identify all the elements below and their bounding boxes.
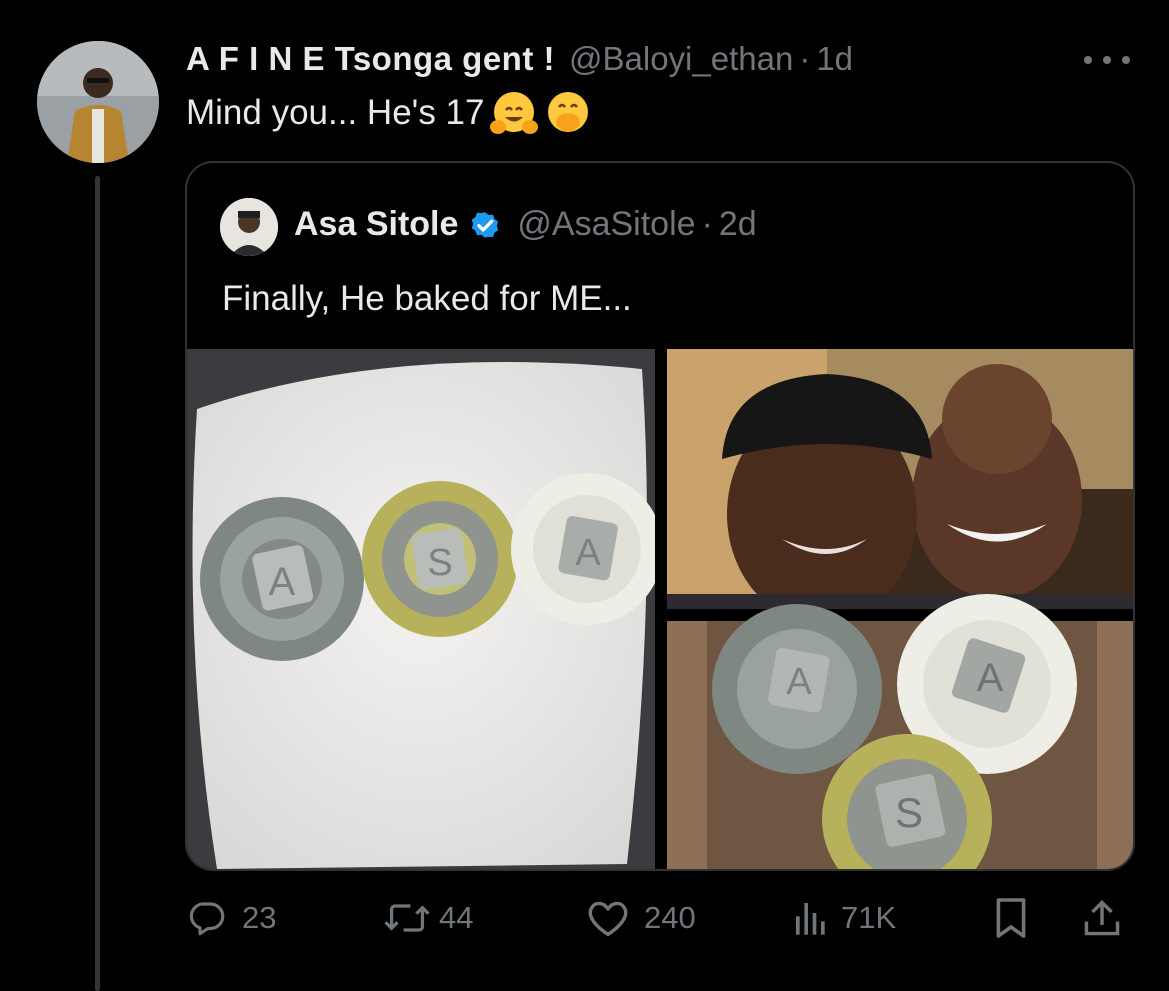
reply-icon — [189, 902, 225, 936]
views-count: 71K — [841, 900, 897, 935]
quoted-media-grid: A S A A A S — [187, 349, 1133, 869]
quoted-author-handle[interactable]: @AsaSitole — [517, 205, 695, 244]
tweet-text-content: Mind you... He's 17 — [186, 93, 485, 132]
share-button[interactable] — [1083, 893, 1121, 943]
quoted-tweet-timestamp[interactable]: 2d — [719, 205, 757, 244]
views-icon — [796, 903, 825, 935]
bookmark-icon — [996, 898, 1026, 938]
reply-count: 23 — [242, 900, 277, 935]
tweet-text: Mind you... He's 17 — [186, 90, 593, 136]
thread-line — [95, 176, 100, 991]
more-icon[interactable] — [1084, 48, 1130, 72]
quoted-separator-dot: · — [701, 205, 713, 243]
share-icon — [1084, 900, 1120, 936]
cupcake-letter: A — [269, 560, 296, 604]
bookmark-button[interactable] — [993, 893, 1029, 943]
cupcake-letter: A — [977, 656, 1004, 700]
cupcake-letter: A — [786, 661, 812, 703]
repost-count: 44 — [439, 900, 474, 935]
separator-dot: · — [799, 40, 811, 77]
author-avatar[interactable] — [37, 41, 159, 163]
cupcake-letter: S — [895, 789, 923, 836]
views-button[interactable]: 71K — [791, 893, 896, 943]
tweet-header: A F I N E Tsonga gent ! @Baloyi_ethan · … — [186, 38, 853, 80]
photo-cupcakes-plate[interactable]: A S A — [187, 349, 663, 869]
cupcake-letter: S — [427, 542, 452, 584]
author-handle[interactable]: @Baloyi_ethan — [569, 40, 793, 78]
hugging-face-emoji — [489, 92, 538, 134]
photo-cupcakes-box[interactable]: A A S — [667, 594, 1133, 869]
reply-button[interactable]: 23 — [186, 893, 276, 943]
tweet-timestamp[interactable]: 1d — [816, 40, 853, 78]
repost-button[interactable]: 44 — [383, 893, 473, 943]
quoted-tweet-header: Asa Sitole @AsaSitole · 2d — [294, 205, 757, 244]
verified-icon — [472, 211, 499, 238]
cupcake-letter: A — [575, 532, 601, 574]
quoted-tweet-text: Finally, He baked for ME... — [222, 279, 632, 318]
quoted-author-display-name[interactable]: Asa Sitole — [294, 205, 458, 244]
like-button[interactable]: 240 — [586, 893, 696, 943]
hand-over-mouth-emoji — [547, 92, 588, 132]
repost-icon — [384, 904, 430, 932]
like-count: 240 — [644, 900, 696, 935]
quoted-tweet[interactable]: Asa Sitole @AsaSitole · 2d Finally, He b… — [185, 161, 1135, 871]
quoted-author-avatar[interactable] — [220, 198, 278, 256]
action-bar: 23 44 240 71K — [0, 893, 1169, 943]
like-icon — [588, 901, 628, 937]
photo-selfie[interactable] — [667, 349, 1133, 624]
author-display-name[interactable]: A F I N E Tsonga gent ! — [186, 40, 555, 78]
